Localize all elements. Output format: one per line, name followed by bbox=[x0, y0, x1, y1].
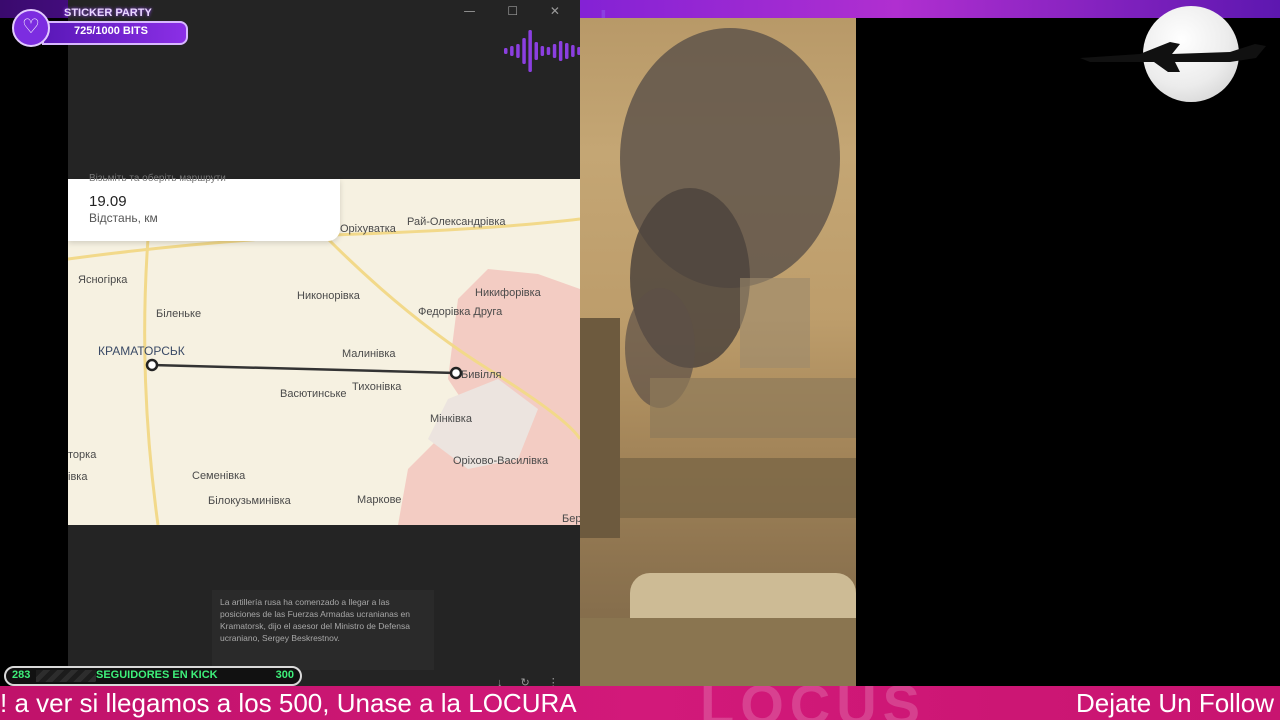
place-label: Оріхуватка bbox=[340, 223, 396, 235]
visualizer-bar bbox=[528, 30, 532, 72]
place-label: Федорівка Друга bbox=[418, 306, 503, 318]
place-label: Білокузьминівка bbox=[208, 495, 291, 507]
follower-goal-bar: 283 SEGUIDORES EN KICK 300 bbox=[4, 666, 302, 686]
ticker-message-2: Dejate Un Follow bbox=[1076, 688, 1274, 718]
distance-card: Візьміть та оберіть маршрути 19.09 Відст… bbox=[68, 173, 340, 241]
visualizer-bar bbox=[558, 41, 563, 61]
card-header-text: Візьміть та оберіть маршрути bbox=[89, 173, 226, 184]
place-label: Никонорівка bbox=[297, 290, 360, 302]
goal-start-value: 283 bbox=[12, 669, 31, 681]
caption-panel: La artillería rusa ha comenzado a llegar… bbox=[212, 590, 434, 670]
place-label: торка bbox=[68, 449, 97, 461]
place-label: Семенівка bbox=[192, 470, 246, 482]
ticker-watermark: LOCUS bbox=[700, 686, 926, 720]
jet-icon bbox=[1080, 42, 1266, 72]
heart-plus-icon: ♡ bbox=[12, 9, 50, 47]
distance-label: Відстань, км bbox=[89, 211, 158, 225]
place-label: Біленьке bbox=[156, 308, 202, 320]
visualizer-bar bbox=[510, 46, 514, 56]
place-label: Никифорівка bbox=[475, 287, 541, 299]
place-label: Ясногірка bbox=[78, 274, 128, 286]
place-label: Оріхово-Василівка bbox=[453, 455, 549, 467]
distance-value: 19.09 bbox=[89, 193, 127, 210]
bits-count: 725/1000 BITS bbox=[74, 25, 148, 37]
route-start-marker bbox=[145, 358, 159, 372]
route-end-marker bbox=[449, 366, 463, 380]
visualizer-bar bbox=[546, 47, 551, 55]
visualizer-bar bbox=[516, 44, 520, 58]
visualizer-bar bbox=[540, 46, 545, 56]
sticker-party-widget: STICKER PARTY 725/1000 BITS ♡ bbox=[12, 7, 188, 47]
visualizer-bar bbox=[504, 48, 508, 54]
ticker-bar: LOCUS ! a ver si llegamos a los 500, Una… bbox=[0, 686, 1280, 720]
place-label: Тихонівка bbox=[352, 381, 402, 393]
visualizer-bar bbox=[552, 44, 557, 58]
caption-text: La artillería rusa ha comenzado a llegar… bbox=[220, 597, 410, 643]
smoke-video bbox=[580, 18, 856, 686]
place-label: Бер bbox=[562, 513, 580, 525]
place-label: КРАМАТОРСЬК bbox=[98, 344, 185, 358]
visualizer-bar bbox=[565, 43, 569, 59]
goal-label: SEGUIDORES EN KICK bbox=[96, 669, 218, 681]
video-frame bbox=[580, 28, 856, 686]
place-label: Рай-Олександрівка bbox=[407, 216, 506, 228]
place-label: Малинівка bbox=[342, 348, 396, 360]
goal-end-value: 300 bbox=[275, 669, 294, 681]
ticker-message: ! a ver si llegamos a los 500, Unase a l… bbox=[0, 688, 577, 718]
visualizer-bar bbox=[534, 42, 538, 60]
place-label: Бивілля bbox=[461, 369, 502, 381]
place-label: івка bbox=[68, 471, 88, 483]
sticker-party-title: STICKER PARTY bbox=[64, 7, 152, 19]
goal-progress-fill bbox=[36, 670, 96, 682]
route-line bbox=[151, 363, 457, 375]
visualizer-bar bbox=[571, 45, 575, 57]
place-label: Васютинське bbox=[280, 388, 347, 400]
place-label: Мінківка bbox=[430, 413, 472, 425]
visualizer-bar bbox=[522, 38, 526, 64]
place-label: Маркове bbox=[357, 494, 402, 506]
